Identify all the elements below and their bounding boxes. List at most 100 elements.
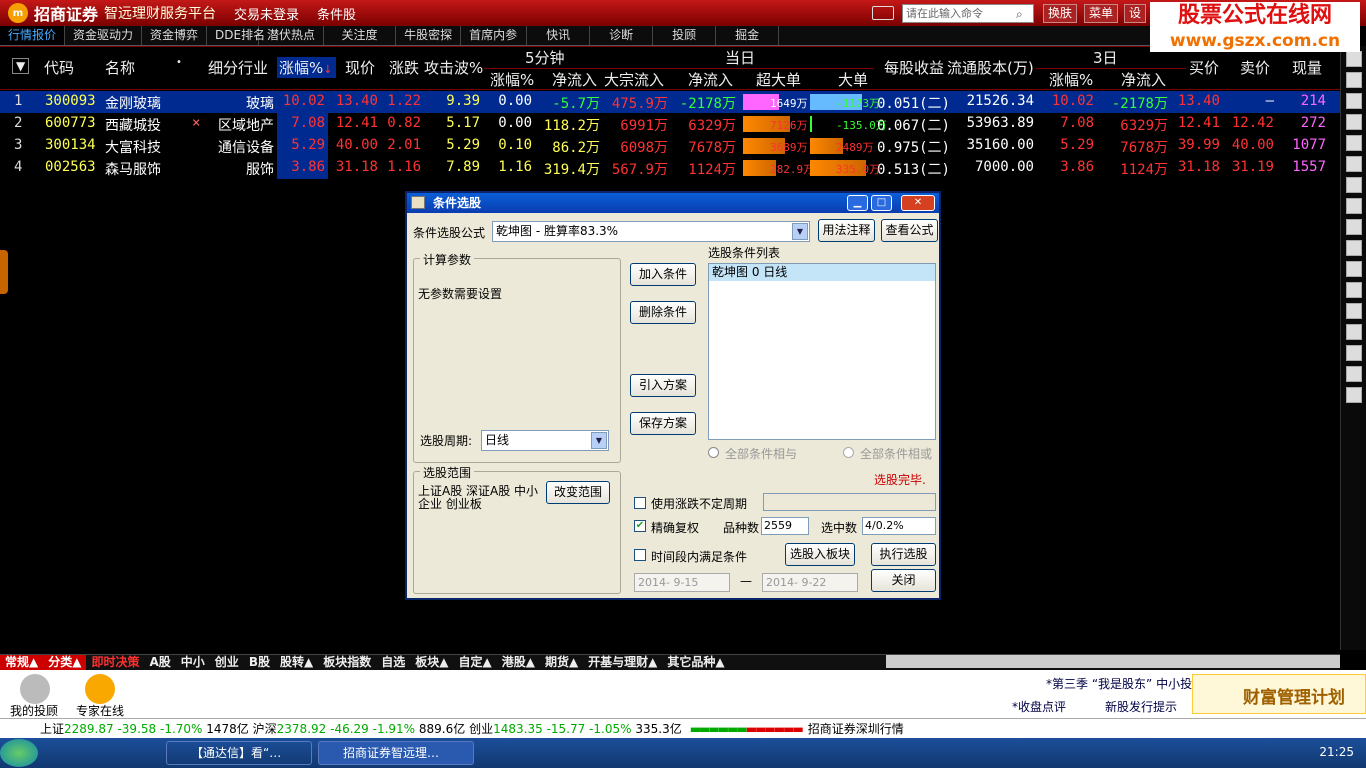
- tab-diagnosis[interactable]: 诊断: [590, 26, 654, 45]
- header-super-order[interactable]: 超大单: [756, 69, 801, 90]
- save-plan-button[interactable]: 保存方案: [630, 412, 696, 435]
- market-tab-3[interactable]: A股: [144, 655, 175, 670]
- tab-quotes[interactable]: 行情报价: [0, 26, 66, 45]
- network-icon[interactable]: [1345, 303, 1362, 319]
- header-name[interactable]: 名称: [105, 57, 135, 78]
- chart-icon[interactable]: [1345, 93, 1362, 109]
- table-row[interactable]: 2 600773 西藏城投 × 区域地产 7.08 12.41 0.82 5.17 0.00 118…: [0, 113, 1340, 135]
- market-tab-6[interactable]: B股: [244, 655, 275, 670]
- fx-icon[interactable]: [1345, 219, 1362, 235]
- chevron-down-icon[interactable]: ▼: [792, 223, 808, 240]
- change-scope-button[interactable]: 改变范围: [546, 481, 610, 504]
- market-tab-4[interactable]: 中小: [176, 655, 210, 670]
- tab-dig-gold[interactable]: 掘金: [716, 26, 780, 45]
- market-tab-0[interactable]: 常规▲: [0, 655, 44, 670]
- taskbar-item-zsq[interactable]: 招商证券智远理…: [318, 741, 474, 765]
- header-volume[interactable]: 现量: [1292, 57, 1322, 78]
- tab-advisor[interactable]: 投顾: [653, 26, 717, 45]
- news-marquee[interactable]: *第三季 “我是股东” 中小投: [1046, 675, 1192, 692]
- market-tab-7[interactable]: 股转▲: [275, 655, 318, 670]
- keyboard-icon[interactable]: [872, 6, 894, 20]
- formula-select[interactable]: 乾坤图 - 胜算率83.3% ▼: [492, 221, 810, 242]
- command-input[interactable]: 请在此输入命令 ⌕: [902, 4, 1034, 23]
- market-tab-5[interactable]: 创业: [210, 655, 244, 670]
- gear-icon[interactable]: [1345, 387, 1362, 403]
- add-to-block-button[interactable]: 选股入板块: [785, 543, 855, 566]
- market-tab-13[interactable]: 期货▲: [540, 655, 583, 670]
- tab-fund-drive[interactable]: 资金驱动力: [65, 26, 143, 45]
- etf-icon[interactable]: [1345, 324, 1362, 340]
- market-tab-2[interactable]: 即时决策: [86, 655, 144, 670]
- ipo-notice-link[interactable]: 新股发行提示: [1105, 698, 1177, 715]
- date-to-field[interactable]: 2014- 9-22: [762, 573, 858, 592]
- header-net-inflow[interactable]: 净流入: [688, 69, 733, 90]
- header-delta[interactable]: 涨跌: [389, 57, 419, 78]
- grid-icon[interactable]: [1345, 51, 1362, 67]
- index-cy-label[interactable]: 创业: [469, 720, 493, 737]
- minimize-button[interactable]: ▁: [847, 195, 868, 211]
- maximize-button[interactable]: □: [871, 195, 892, 211]
- vary-period-checkbox[interactable]: [634, 497, 646, 509]
- tab-chief-insider[interactable]: 首席内参: [461, 26, 528, 45]
- list-icon[interactable]: [1345, 72, 1362, 88]
- horizontal-scrollbar[interactable]: [886, 655, 1340, 668]
- menu-button[interactable]: 菜单: [1084, 4, 1119, 23]
- header-float-shares[interactable]: 流通股本(万): [947, 57, 1034, 78]
- run-filter-button[interactable]: 执行选股: [871, 543, 936, 566]
- chevron-down-icon[interactable]: ▼: [591, 432, 607, 449]
- close-icon[interactable]: ✕: [901, 195, 935, 211]
- fiz-icon[interactable]: [1345, 198, 1362, 214]
- date-from-field[interactable]: 2014- 9-15: [634, 573, 730, 592]
- vary-period-field[interactable]: [763, 493, 936, 511]
- header-price[interactable]: 现价: [345, 57, 375, 78]
- start-button[interactable]: [0, 739, 38, 767]
- header-3day-change[interactable]: 涨幅%: [1049, 69, 1093, 90]
- arrow-icon[interactable]: [1345, 345, 1362, 361]
- close-review-link[interactable]: *收盘点评: [1012, 698, 1066, 715]
- stock-icon[interactable]: [1345, 114, 1362, 130]
- market-tab-10[interactable]: 板块▲: [410, 655, 453, 670]
- header-big-order[interactable]: 大单: [838, 69, 868, 90]
- market-tab-8[interactable]: 板块指数: [318, 655, 376, 670]
- view-formula-button[interactable]: 查看公式: [881, 219, 938, 242]
- list-item[interactable]: 乾坤图 0 日线: [709, 264, 935, 281]
- dialog-titlebar[interactable]: 条件选股 ▁ □ ✕: [407, 193, 939, 213]
- header-3day-inflow[interactable]: 净流入: [1121, 69, 1166, 90]
- tab-hidden-hotspot[interactable]: 潜伏热点: [259, 26, 325, 45]
- period-select[interactable]: 日线 ▼: [481, 430, 609, 451]
- expert-avatar-icon[interactable]: [85, 674, 115, 704]
- fortune-plan-banner[interactable]: 财富管理计划: [1192, 674, 1366, 714]
- import-plan-button[interactable]: 引入方案: [630, 374, 696, 397]
- table-row[interactable]: 1 300093 金刚玻璃 玻璃 10.02 13.40 1.22 9.39 0.00 -5.7万…: [0, 91, 1340, 113]
- close-button[interactable]: 关闭: [871, 569, 936, 592]
- delete-condition-button[interactable]: 删除条件: [630, 301, 696, 324]
- radio-or[interactable]: [843, 447, 854, 458]
- market-tab-11[interactable]: 自定▲: [453, 655, 496, 670]
- folder-icon[interactable]: [1345, 261, 1362, 277]
- radio-and[interactable]: [708, 447, 719, 458]
- header-5min-inflow[interactable]: 净流入: [552, 69, 597, 90]
- condition-stock-menu[interactable]: 条件股: [317, 4, 356, 23]
- skin-button[interactable]: 换肤: [1043, 4, 1078, 23]
- tab-attention[interactable]: 关注度: [324, 26, 397, 45]
- tool-icon[interactable]: [1345, 366, 1362, 382]
- market-tab-12[interactable]: 港股▲: [497, 655, 540, 670]
- search-icon[interactable]: ⌕: [1016, 6, 1031, 21]
- settings-button[interactable]: 设: [1124, 4, 1147, 23]
- condition-list[interactable]: 乾坤图 0 日线: [708, 263, 936, 440]
- advisor-avatar-icon[interactable]: [20, 674, 50, 704]
- column-menu-button[interactable]: ▼: [12, 58, 30, 74]
- sort-icon[interactable]: [1345, 282, 1362, 298]
- market-tab-9[interactable]: 自选: [376, 655, 410, 670]
- header-block-inflow[interactable]: 大宗流入: [604, 69, 664, 90]
- header-industry[interactable]: 细分行业: [208, 57, 268, 78]
- circle-icon[interactable]: [1345, 240, 1362, 256]
- f10-icon[interactable]: [1345, 135, 1362, 151]
- exact-adjust-checkbox[interactable]: ✔: [634, 520, 646, 532]
- header-attack[interactable]: 攻击波%: [424, 57, 483, 78]
- add-condition-button[interactable]: 加入条件: [630, 263, 696, 286]
- index-sh-label[interactable]: 上证: [40, 720, 64, 737]
- header-buy[interactable]: 买价: [1189, 57, 1219, 78]
- index-hs-label[interactable]: 沪深: [253, 720, 277, 737]
- header-5min-change[interactable]: 涨幅%: [490, 69, 534, 90]
